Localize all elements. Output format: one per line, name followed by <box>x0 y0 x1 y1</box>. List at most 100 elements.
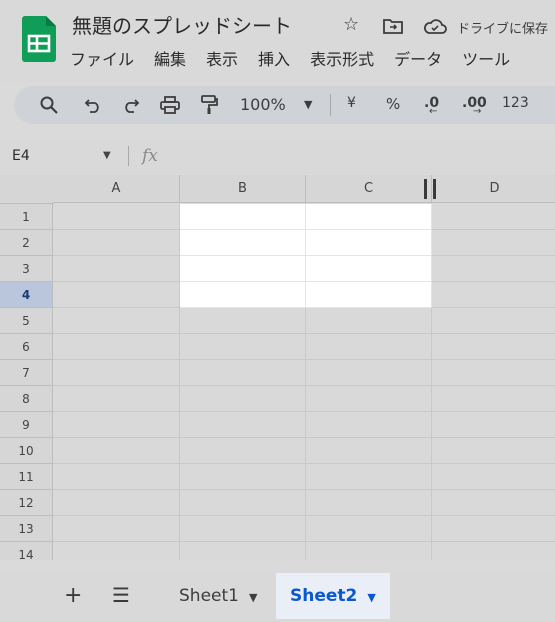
row-header[interactable]: 8 <box>0 386 53 412</box>
cell-b3[interactable] <box>180 256 306 282</box>
cell-a12[interactable] <box>53 490 180 516</box>
menu-file[interactable]: ファイル <box>70 46 134 70</box>
cell-c1[interactable] <box>306 204 432 230</box>
cell-b4[interactable] <box>180 282 306 308</box>
cell-c6[interactable] <box>306 334 432 360</box>
move-folder-icon[interactable] <box>383 17 403 35</box>
cell-b11[interactable] <box>180 464 306 490</box>
cell-d1[interactable] <box>432 204 555 230</box>
row-header[interactable]: 5 <box>0 308 53 334</box>
cell-b8[interactable] <box>180 386 306 412</box>
cell-b7[interactable] <box>180 360 306 386</box>
row-header[interactable]: 13 <box>0 516 53 542</box>
cloud-status-icon[interactable] <box>423 18 447 34</box>
row-header[interactable]: 2 <box>0 230 53 256</box>
sheets-logo-icon[interactable] <box>22 16 56 62</box>
cell-c7[interactable] <box>306 360 432 386</box>
sheet-tab[interactable]: Sheet1 ▼ <box>165 573 271 619</box>
cell-a8[interactable] <box>53 386 180 412</box>
cell-d2[interactable] <box>432 230 555 256</box>
cell-a13[interactable] <box>53 516 180 542</box>
cell-a3[interactable] <box>53 256 180 282</box>
column-header-b[interactable]: B <box>180 175 306 203</box>
cell-d7[interactable] <box>432 360 555 386</box>
cell-a5[interactable] <box>53 308 180 334</box>
sheet-tab-dropdown-icon[interactable]: ▼ <box>367 591 375 604</box>
document-title[interactable]: 無題のスプレッドシート <box>72 10 292 39</box>
all-sheets-menu-icon[interactable]: ☰ <box>112 583 130 607</box>
row-header[interactable]: 7 <box>0 360 53 386</box>
number-format-button[interactable]: 123 <box>502 95 529 111</box>
cell-b6[interactable] <box>180 334 306 360</box>
menu-view[interactable]: 表示 <box>206 46 238 70</box>
cell-b1[interactable] <box>180 204 306 230</box>
row-header[interactable]: 11 <box>0 464 53 490</box>
cell-b9[interactable] <box>180 412 306 438</box>
sheet-tab-active[interactable]: Sheet2 ▼ <box>276 573 390 619</box>
cell-b12[interactable] <box>180 490 306 516</box>
cell-d5[interactable] <box>432 308 555 334</box>
cell-a6[interactable] <box>53 334 180 360</box>
cell-a4[interactable] <box>53 282 180 308</box>
cell-b13[interactable] <box>180 516 306 542</box>
cell-d10[interactable] <box>432 438 555 464</box>
cell-b14[interactable] <box>180 542 306 560</box>
cell-b2[interactable] <box>180 230 306 256</box>
cell-d6[interactable] <box>432 334 555 360</box>
name-box-dropdown-icon[interactable]: ▼ <box>103 150 111 161</box>
add-sheet-button[interactable]: + <box>64 583 82 608</box>
cell-b10[interactable] <box>180 438 306 464</box>
column-header-d[interactable]: D <box>432 175 555 203</box>
cell-c10[interactable] <box>306 438 432 464</box>
menu-edit[interactable]: 編集 <box>154 46 186 70</box>
row-header-selected[interactable]: 4 <box>0 282 53 308</box>
row-header[interactable]: 3 <box>0 256 53 282</box>
cell-c3[interactable] <box>306 256 432 282</box>
menu-data[interactable]: データ <box>394 46 442 70</box>
cell-d3[interactable] <box>432 256 555 282</box>
name-box[interactable]: E4 <box>12 148 30 164</box>
cell-a9[interactable] <box>53 412 180 438</box>
cell-d14[interactable] <box>432 542 555 560</box>
row-header[interactable]: 10 <box>0 438 53 464</box>
print-icon[interactable] <box>160 96 180 114</box>
zoom-select[interactable]: 100% <box>240 95 286 114</box>
undo-icon[interactable] <box>84 97 102 113</box>
cell-c11[interactable] <box>306 464 432 490</box>
paint-format-icon[interactable] <box>200 95 218 115</box>
row-header[interactable]: 14 <box>0 542 53 560</box>
select-all-corner[interactable] <box>0 175 54 204</box>
column-header-a[interactable]: A <box>53 175 180 203</box>
row-header[interactable]: 6 <box>0 334 53 360</box>
column-header-c[interactable]: C <box>306 175 432 203</box>
currency-format-button[interactable]: ¥ <box>347 95 356 111</box>
cell-c13[interactable] <box>306 516 432 542</box>
cell-d4[interactable] <box>432 282 555 308</box>
spreadsheet-grid[interactable]: A B C D 1 2 3 4 5 6 7 8 9 10 11 12 13 14 <box>0 175 555 560</box>
cell-c8[interactable] <box>306 386 432 412</box>
cell-a7[interactable] <box>53 360 180 386</box>
star-icon[interactable]: ☆ <box>343 14 359 35</box>
zoom-dropdown-icon[interactable]: ▼ <box>304 98 312 111</box>
cell-a1[interactable] <box>53 204 180 230</box>
cell-a2[interactable] <box>53 230 180 256</box>
cell-b5[interactable] <box>180 308 306 334</box>
row-header[interactable]: 9 <box>0 412 53 438</box>
row-header[interactable]: 1 <box>0 204 53 230</box>
cell-c9[interactable] <box>306 412 432 438</box>
column-resize-handle[interactable] <box>433 179 436 199</box>
cell-c5[interactable] <box>306 308 432 334</box>
cell-d11[interactable] <box>432 464 555 490</box>
menu-insert[interactable]: 挿入 <box>258 46 290 70</box>
sheet-tab-dropdown-icon[interactable]: ▼ <box>249 591 257 604</box>
cell-c2[interactable] <box>306 230 432 256</box>
cell-a11[interactable] <box>53 464 180 490</box>
cell-a14[interactable] <box>53 542 180 560</box>
cell-d13[interactable] <box>432 516 555 542</box>
cell-c14[interactable] <box>306 542 432 560</box>
cell-c12[interactable] <box>306 490 432 516</box>
cell-d8[interactable] <box>432 386 555 412</box>
row-header[interactable]: 12 <box>0 490 53 516</box>
cell-a10[interactable] <box>53 438 180 464</box>
cell-c4[interactable] <box>306 282 432 308</box>
